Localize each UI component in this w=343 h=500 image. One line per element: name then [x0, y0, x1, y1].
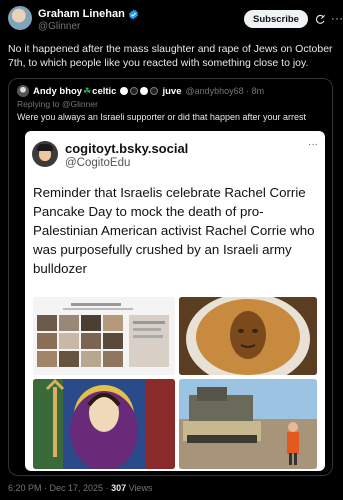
author-avatar[interactable]	[8, 6, 32, 30]
quoted-tweet[interactable]: Andy bhoy ☘ celtic juve @andybhoy68 · 8m…	[8, 78, 333, 476]
author-name[interactable]: Graham Linehan	[38, 8, 125, 20]
verified-badge-icon	[128, 8, 138, 20]
post: Graham Linehan @Glinner Subscribe No it …	[0, 0, 343, 500]
views-count: 307	[111, 483, 127, 493]
grok-icon[interactable]	[315, 14, 326, 25]
views-label: Views	[126, 483, 153, 493]
author-handle[interactable]: @Glinner	[38, 21, 80, 32]
pancake-image	[179, 297, 317, 375]
quote-author-name[interactable]: Andy bhoy	[33, 86, 82, 97]
more-icon[interactable]	[331, 13, 343, 25]
post-text: No it happened after the mass slaughter …	[8, 43, 333, 69]
quote-avatar[interactable]	[17, 85, 29, 97]
subscribe-button[interactable]: Subscribe	[244, 10, 308, 28]
author-name-row: Graham Linehan	[38, 8, 139, 20]
stained-glass-image	[33, 379, 175, 469]
embedded-handle: @CogitoEdu	[65, 157, 131, 169]
embedded-avatar	[32, 141, 58, 167]
embedded-site-name: cogitoyt.bsky.social	[65, 141, 189, 156]
white-circle-icon	[120, 87, 129, 95]
bulldozer-photo	[179, 379, 317, 469]
quote-author-name-suffix: celtic	[92, 85, 117, 97]
black-circle-icon	[130, 87, 139, 95]
post-footer: 6:20 PM · Dec 17, 2025 · 307 Views	[8, 483, 152, 493]
quote-text: Were you always an Israeli supporter or …	[17, 112, 306, 122]
quote-header: Andy bhoy ☘ celtic juve @andybhoy68 · 8m	[17, 85, 264, 97]
post-timestamp[interactable]: 6:20 PM · Dec 17, 2025 ·	[8, 483, 111, 493]
replying-to[interactable]: Replying to @Glinner	[17, 99, 98, 109]
black-circle-icon	[150, 87, 159, 95]
quote-author-name-tail: juve	[162, 85, 182, 97]
shamrock-icon: ☘	[83, 85, 92, 96]
post-header: Graham Linehan @Glinner Subscribe	[8, 6, 335, 36]
embedded-text: Reminder that Israelis celebrate Rachel …	[33, 185, 315, 276]
embedded-screenshot[interactable]: cogitoyt.bsky.social @CogitoEdu Reminder…	[25, 131, 325, 471]
white-circle-icon	[140, 87, 149, 95]
embedded-more-icon	[308, 139, 318, 150]
quote-handle-time: @andybhoy68 · 8m	[185, 86, 265, 96]
collage-image	[33, 297, 175, 375]
